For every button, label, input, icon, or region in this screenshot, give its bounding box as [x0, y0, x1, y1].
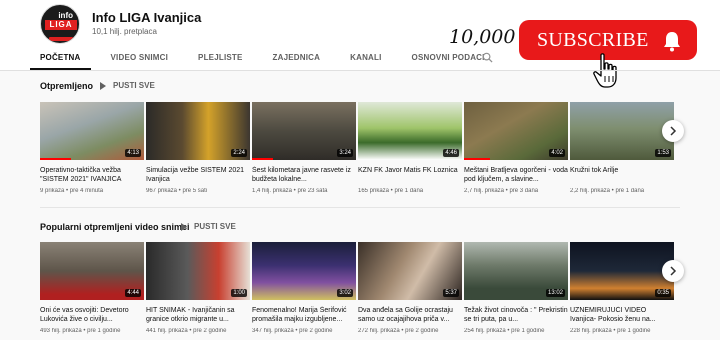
video-duration: 0:35	[655, 289, 671, 297]
bell-icon[interactable]	[662, 30, 682, 52]
video-title[interactable]: HIT SNIMAK - Ivanjičanin sa granice otkr…	[146, 306, 250, 324]
video-thumbnail[interactable]: 1:00	[146, 242, 250, 300]
video-duration: 3:24	[337, 149, 353, 157]
tab-community[interactable]: ZAJEDNICA	[273, 47, 321, 70]
section-divider	[40, 207, 680, 208]
subscribe-overlay-count: 10,000	[449, 26, 516, 48]
video-duration: 13:02	[545, 289, 565, 297]
channel-name: Info LIGA Ivanjica	[92, 10, 202, 25]
play-all-label: PUSTI SVE	[113, 81, 155, 90]
video-card[interactable]: 3:24 Šest kilometara javne rasvete iz bud…	[252, 102, 356, 194]
video-card[interactable]: 4:46 KZN FK Javor Matis FK Loznica 165 pri…	[358, 102, 462, 194]
video-thumbnail[interactable]: 13:02	[464, 242, 568, 300]
video-thumbnail[interactable]: 4:46	[358, 102, 462, 160]
video-meta: 2,7 hilj. prikaza • pre 3 dana	[464, 188, 539, 194]
avatar-site-strip	[49, 37, 73, 41]
video-thumbnail[interactable]: 0:35	[570, 242, 674, 300]
play-all-popular[interactable]: PUSTI SVE	[181, 222, 236, 231]
video-meta: 493 hilj. prikaza • pre 1 godine	[40, 328, 121, 334]
row-next-button[interactable]	[662, 120, 684, 142]
watch-progress-bar	[40, 158, 72, 160]
chevron-right-icon	[670, 266, 677, 276]
video-card[interactable]: 5:37 Dva anđela sa Golije ocrastaju samo …	[358, 242, 462, 334]
play-all-icon	[181, 222, 187, 231]
channel-page: info LIGA Info LIGA Ivanjica 10,1 hilj. …	[0, 0, 720, 340]
video-card[interactable]: 0:35 UZNEMIRUJUĆI VIDEO Ivanjica- Pokosio…	[570, 242, 674, 334]
tab-playlists[interactable]: PLEJLISTE	[198, 47, 242, 70]
section-title-popular: Popularni otpremljeni video snimci	[40, 222, 190, 232]
video-title[interactable]: Fenomenalno! Marija Šerifović promašila …	[252, 306, 356, 324]
avatar-text-info: info	[58, 11, 73, 20]
video-meta: 967 prikaza • pre 5 sati	[146, 188, 208, 194]
video-duration: 3:02	[337, 289, 353, 297]
video-title[interactable]: Dva anđela sa Golije ocrastaju samo uz o…	[358, 306, 462, 324]
video-thumbnail[interactable]: 4:13	[40, 102, 144, 160]
play-all-icon	[100, 81, 106, 90]
tab-videos[interactable]: VIDEO SNIMCI	[111, 47, 169, 70]
play-all-uploads[interactable]: PUSTI SVE	[100, 81, 155, 90]
subscriber-count: 10,1 hilj. pretplaca	[92, 27, 157, 36]
video-thumbnail[interactable]: 5:37	[358, 242, 462, 300]
video-meta: 441 hilj. prikaza • pre 2 godine	[146, 328, 227, 334]
video-card[interactable]: 1:00 HIT SNIMAK - Ivanjičanin sa granice …	[146, 242, 250, 334]
channel-tabs: POČETNA VIDEO SNIMCI PLEJLISTE ZAJEDNICA…	[30, 47, 515, 70]
watch-progress-bar	[464, 158, 490, 160]
video-duration: 1:53	[655, 149, 671, 157]
play-all-label: PUSTI SVE	[194, 222, 236, 231]
hand-cursor-icon	[593, 53, 617, 88]
watch-progress-bar	[252, 158, 273, 160]
video-thumbnail[interactable]: 3:24	[252, 102, 356, 160]
channel-avatar[interactable]: info LIGA	[40, 4, 80, 44]
video-duration: 4:46	[443, 149, 459, 157]
header-divider	[0, 70, 720, 71]
video-thumbnail[interactable]: 2:24	[146, 102, 250, 160]
video-card[interactable]: 1:53 Kružni tok Arilje 2,2 hilj. prikaza •…	[570, 102, 674, 194]
video-meta: 228 hilj. prikaza • pre 1 godine	[570, 328, 651, 334]
video-meta: 2,2 hilj. prikaza • pre 1 dana	[570, 188, 645, 194]
tab-about[interactable]: OSNOVNI PODACI	[412, 47, 485, 70]
video-card[interactable]: 4:13 Operativno-taktička vežba "SISTEM 20…	[40, 102, 144, 194]
video-title[interactable]: Simulacija vežbe SISTEM 2021 Ivanjica	[146, 166, 250, 184]
video-title[interactable]: Oni će vas osvojiti: Devetoro Lukovića ž…	[40, 306, 144, 324]
tab-home[interactable]: POČETNA	[30, 47, 91, 70]
video-title[interactable]: Operativno-taktička vežba "SISTEM 2021" …	[40, 166, 144, 184]
video-meta: 272 hilj. prikaza • pre 2 godine	[358, 328, 439, 334]
video-card[interactable]: 4:44 Oni će vas osvojiti: Devetoro Lukovi…	[40, 242, 144, 334]
video-title[interactable]: Meštani Bratljeva ogorčeni - voda pod kl…	[464, 166, 568, 184]
video-title[interactable]: Kružni tok Arilje	[570, 166, 674, 184]
video-meta: 347 hilj. prikaza • pre 2 godine	[252, 328, 333, 334]
video-title[interactable]: Šest kilometara javne rasvete iz budžeta…	[252, 166, 356, 184]
video-thumbnail[interactable]: 1:53	[570, 102, 674, 160]
video-duration: 4:02	[549, 149, 565, 157]
tab-channels[interactable]: KANALI	[350, 47, 381, 70]
video-card[interactable]: 4:02 Meštani Bratljeva ogorčeni - voda po…	[464, 102, 568, 194]
video-card[interactable]: 2:24 Simulacija vežbe SISTEM 2021 Ivanjic…	[146, 102, 250, 194]
video-title[interactable]: Težak život cinovoča : " Prekristin se t…	[464, 306, 568, 324]
video-card[interactable]: 3:02 Fenomenalno! Marija Šerifović promaš…	[252, 242, 356, 334]
video-duration: 1:00	[231, 289, 247, 297]
search-icon[interactable]	[482, 52, 493, 63]
video-thumbnail[interactable]: 4:44	[40, 242, 144, 300]
video-duration: 4:44	[125, 289, 141, 297]
video-card[interactable]: 13:02 Težak život cinovoča : " Prekristin…	[464, 242, 568, 334]
video-duration: 5:37	[443, 289, 459, 297]
video-duration: 4:13	[125, 149, 141, 157]
video-meta: 9 prikaza • pre 4 minuta	[40, 188, 104, 194]
video-thumbnail[interactable]: 4:02	[464, 102, 568, 160]
video-duration: 2:24	[231, 149, 247, 157]
row-next-button[interactable]	[662, 260, 684, 282]
video-title[interactable]: UZNEMIRUJUĆI VIDEO Ivanjica- Pokosio žen…	[570, 306, 674, 324]
video-thumbnail[interactable]: 3:02	[252, 242, 356, 300]
video-meta: 254 hilj. prikaza • pre 1 godine	[464, 328, 545, 334]
chevron-right-icon	[670, 126, 677, 136]
video-title[interactable]: KZN FK Javor Matis FK Loznica	[358, 166, 462, 184]
avatar-text-liga: LIGA	[45, 20, 77, 30]
video-meta: 165 prikaza • pre 1 dana	[358, 188, 424, 194]
video-meta: 1,4 hilj. prikaza • pre 23 sata	[252, 188, 328, 194]
subscribe-label: SUBSCRIBE	[537, 28, 649, 51]
section-title-uploads: Otpremljeno	[40, 81, 94, 91]
